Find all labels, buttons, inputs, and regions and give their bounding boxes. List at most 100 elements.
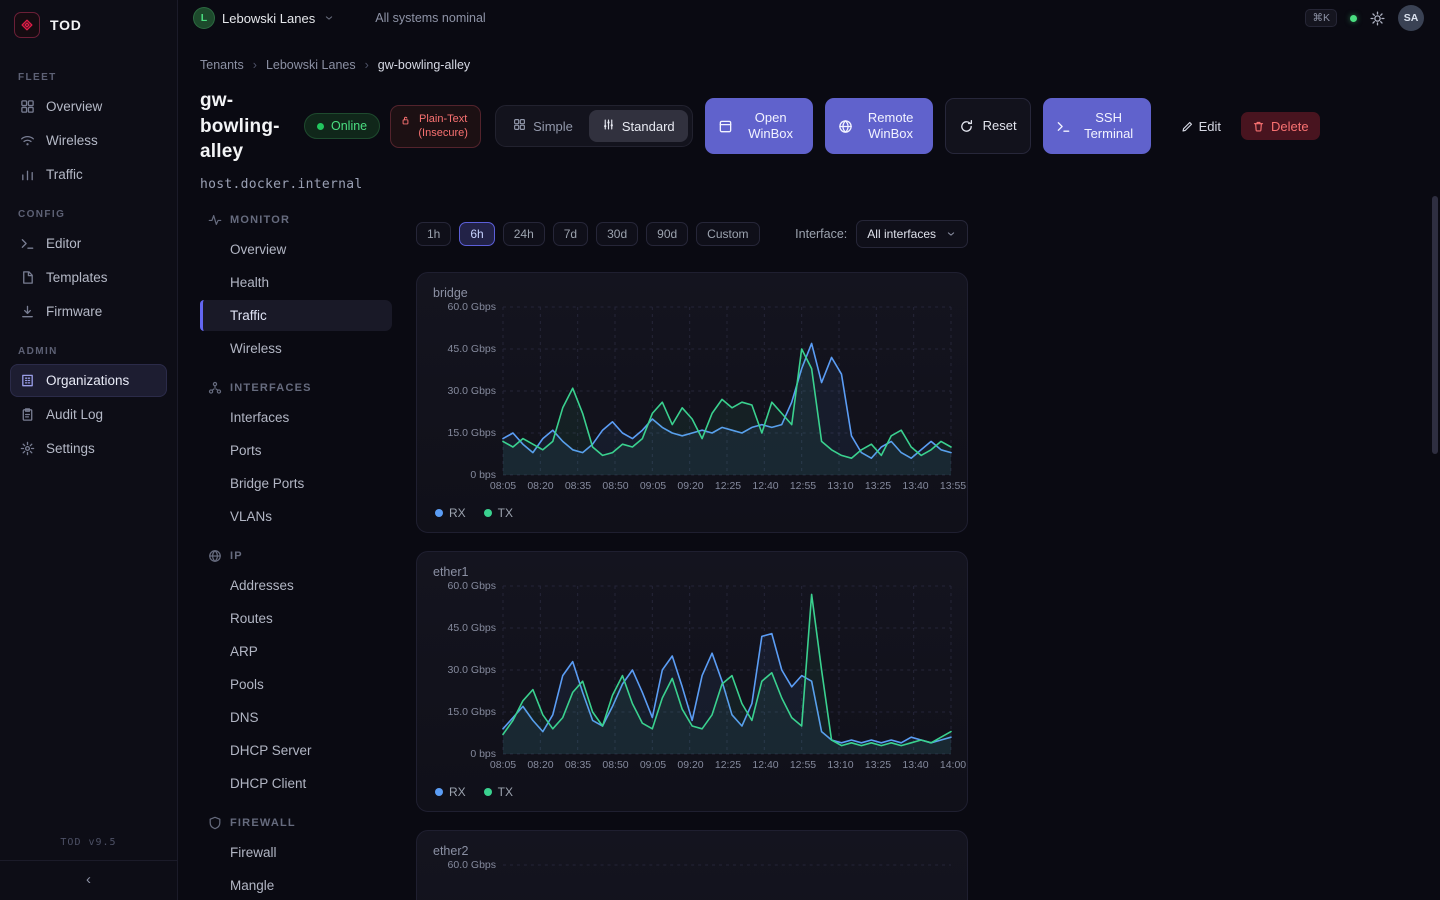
range-24h[interactable]: 24h [503, 222, 545, 246]
terminal-icon [20, 236, 35, 251]
app-version: TOD v9.5 [0, 837, 177, 860]
subnav-item-addresses[interactable]: Addresses [200, 570, 392, 601]
refresh-icon [959, 119, 974, 134]
delete-label: Delete [1271, 119, 1309, 134]
sidebar-collapse-button[interactable]: ‹ [0, 860, 177, 900]
theme-toggle-icon[interactable] [1370, 11, 1385, 26]
subnav-item-routes[interactable]: Routes [200, 603, 392, 634]
insecure-badge-label: Plain-Text (Insecure) [415, 112, 471, 141]
open-winbox-label: Open WinBox [742, 110, 800, 144]
edit-button[interactable]: Edit [1173, 111, 1229, 141]
sidebar-item-organizations[interactable]: Organizations [10, 364, 167, 397]
delete-button[interactable]: Delete [1241, 112, 1320, 140]
legend-tx[interactable]: TX [484, 785, 513, 799]
sidebar-item-overview[interactable]: Overview [10, 90, 167, 123]
subnav-item-bridge-ports[interactable]: Bridge Ports [200, 468, 392, 499]
sidebar-item-wireless[interactable]: Wireless [10, 124, 167, 157]
online-dot-icon [317, 123, 324, 130]
command-palette-shortcut[interactable]: ⌘K [1305, 9, 1337, 27]
chart-legend: RX TX [433, 506, 951, 520]
breadcrumb-item-lebowski-lanes[interactable]: Lebowski Lanes [266, 58, 356, 72]
chevron-down-icon [945, 228, 957, 240]
file-icon [20, 270, 35, 285]
chart-title: bridge [433, 286, 951, 300]
view-mode-simple-label: Simple [533, 119, 573, 134]
sidebar-item-label: Overview [46, 99, 102, 114]
range-6h[interactable]: 6h [459, 222, 494, 246]
open-winbox-button[interactable]: Open WinBox [705, 98, 813, 154]
range-custom[interactable]: Custom [696, 222, 759, 246]
online-badge-label: Online [331, 119, 367, 133]
subnav-item-mangle[interactable]: Mangle [200, 870, 392, 900]
activity-icon [208, 213, 222, 227]
legend-dot-icon [435, 788, 443, 796]
sidebar-section-config: CONFIG [10, 203, 167, 226]
globe-icon [208, 549, 222, 563]
brand[interactable]: TOD [0, 0, 177, 50]
subnav-item-wireless[interactable]: Wireless [200, 333, 392, 364]
sidebar-item-settings[interactable]: Settings [10, 432, 167, 465]
reset-button[interactable]: Reset [945, 98, 1031, 154]
view-mode-simple[interactable]: Simple [500, 110, 586, 142]
breadcrumb-separator-icon: › [365, 58, 369, 72]
sidebar-section-fleet: FLEET [10, 66, 167, 89]
legend-dot-icon [484, 788, 492, 796]
legend-rx[interactable]: RX [435, 785, 466, 799]
sidebar-item-label: Firmware [46, 304, 102, 319]
clipboard-icon [20, 407, 35, 422]
shield-icon [208, 816, 222, 830]
breadcrumb-item-gw-bowling-alley: gw-bowling-alley [378, 58, 470, 72]
range-1h[interactable]: 1h [416, 222, 451, 246]
sidebar-item-traffic[interactable]: Traffic [10, 158, 167, 191]
view-mode-standard[interactable]: Standard [589, 110, 688, 142]
subnav-item-traffic[interactable]: Traffic [200, 300, 392, 331]
range-7d[interactable]: 7d [553, 222, 588, 246]
sidebar-item-templates[interactable]: Templates [10, 261, 167, 294]
interface-select-value: All interfaces [867, 227, 936, 241]
grid-icon [513, 118, 526, 134]
sidebar-item-label: Templates [46, 270, 108, 285]
interface-select[interactable]: All interfaces [856, 220, 968, 248]
subnav-item-interfaces[interactable]: Interfaces [200, 402, 392, 433]
remote-winbox-label: Remote WinBox [862, 110, 920, 144]
ssh-terminal-button[interactable]: SSH Terminal [1043, 98, 1151, 154]
subnav-item-vlans[interactable]: VLANs [200, 501, 392, 532]
sidebar-item-label: Organizations [46, 373, 129, 388]
remote-winbox-button[interactable]: Remote WinBox [825, 98, 933, 154]
subnav-section-firewall: FIREWALL [200, 809, 392, 835]
legend-tx[interactable]: TX [484, 506, 513, 520]
range-90d[interactable]: 90d [646, 222, 688, 246]
sidebar-item-firmware[interactable]: Firmware [10, 295, 167, 328]
terminal-icon [1056, 119, 1071, 134]
subnav-item-dns[interactable]: DNS [200, 702, 392, 733]
legend-rx[interactable]: RX [435, 506, 466, 520]
scrollbar-thumb[interactable] [1432, 196, 1438, 454]
tenant-selector[interactable]: L Lebowski Lanes [194, 8, 335, 28]
page-title: gw-bowling-alley [200, 88, 294, 165]
time-range-group: 1h 6h 24h 7d 30d 90d Custom [416, 222, 760, 246]
subnav-item-dhcp-server[interactable]: DHCP Server [200, 735, 392, 766]
subnav-item-firewall[interactable]: Firewall [200, 837, 392, 868]
subnav-item-ports[interactable]: Ports [200, 435, 392, 466]
user-avatar[interactable]: SA [1398, 5, 1424, 31]
subnav-item-pools[interactable]: Pools [200, 669, 392, 700]
legend-dot-icon [484, 509, 492, 517]
chart-ylabels: 60.0 Gbps [433, 865, 503, 900]
chart-legend: RX TX [433, 785, 951, 799]
subnav-item-arp[interactable]: ARP [200, 636, 392, 667]
subnav-item-health[interactable]: Health [200, 267, 392, 298]
winbox-window-icon [718, 119, 733, 134]
tenant-avatar: L [194, 8, 214, 28]
sliders-icon [602, 118, 615, 134]
device-host: host.docker.internal [200, 177, 1440, 192]
sidebar-item-audit-log[interactable]: Audit Log [10, 398, 167, 431]
breadcrumb-item-tenants[interactable]: Tenants [200, 58, 244, 72]
subnav-item-overview[interactable]: Overview [200, 234, 392, 265]
range-30d[interactable]: 30d [596, 222, 638, 246]
chart-ylabels: 60.0 Gbps45.0 Gbps30.0 Gbps15.0 Gbps0 bp… [433, 586, 503, 754]
sidebar-item-editor[interactable]: Editor [10, 227, 167, 260]
unlock-icon [400, 115, 411, 126]
subnav-item-dhcp-client[interactable]: DHCP Client [200, 768, 392, 799]
app-logo-icon [14, 12, 40, 38]
tenant-name: Lebowski Lanes [222, 11, 315, 26]
